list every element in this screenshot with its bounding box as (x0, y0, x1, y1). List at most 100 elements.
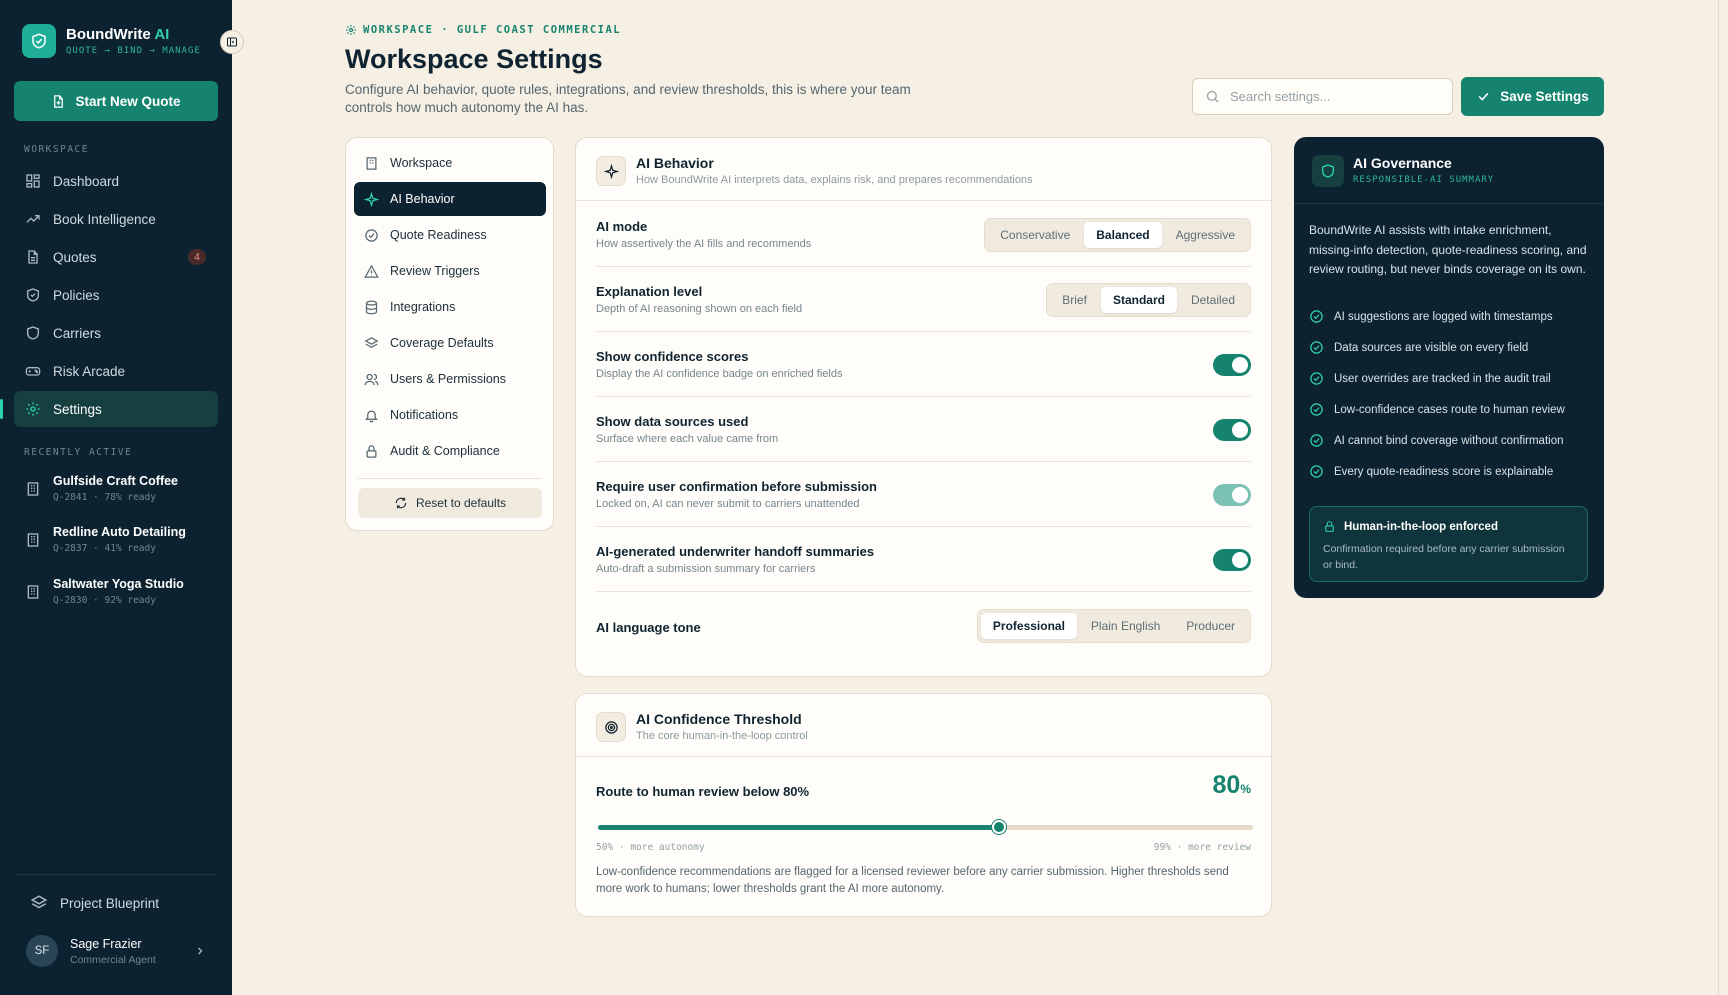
save-settings-button[interactable]: Save Settings (1461, 77, 1604, 116)
confidence-scores-toggle[interactable] (1213, 354, 1251, 376)
explanation-option[interactable]: Standard (1100, 287, 1177, 313)
tone-option[interactable]: Professional (980, 613, 1077, 639)
shield-logo-icon (22, 24, 56, 58)
trend-icon (26, 215, 40, 223)
bell-icon (364, 410, 379, 422)
range-min-label: 50% · more autonomy (596, 842, 705, 853)
card-subtitle: How BoundWrite AI interprets data, expla… (636, 174, 1033, 186)
sidebar-item-book-intelligence[interactable]: Book Intelligence (14, 201, 218, 237)
shield-check-icon (27, 288, 39, 302)
card-title: AI Confidence Threshold (636, 711, 802, 727)
collapse-sidebar-button[interactable] (220, 30, 244, 54)
settings-nav-ai-behavior[interactable]: AI Behavior (354, 182, 546, 216)
search-input[interactable] (1230, 89, 1430, 104)
settings-nav-notifications[interactable]: Notifications (354, 398, 546, 432)
reset-defaults-button[interactable]: Reset to defaults (358, 488, 542, 518)
check-circle-icon (1310, 341, 1323, 354)
card-header: AI Behavior How BoundWrite AI interprets… (576, 138, 1271, 201)
setting-confidence-scores: Show confidence scores Display the AI co… (596, 332, 1251, 397)
project-blueprint-link[interactable]: Project Blueprint (30, 894, 159, 912)
explanation-option[interactable]: Brief (1050, 287, 1099, 313)
start-new-quote-button[interactable]: Start New Quote (14, 81, 218, 121)
ai-mode-option[interactable]: Aggressive (1164, 222, 1247, 248)
sidebar-item-quotes[interactable]: Quotes 4 (14, 239, 218, 275)
ai-mode-option[interactable]: Balanced (1084, 222, 1162, 248)
check-circle-icon (1310, 434, 1323, 447)
breadcrumb: WORKSPACE · GULF COAST COMMERCIAL (345, 24, 621, 36)
user-role: Commercial Agent (70, 953, 156, 966)
brand-tagline: QUOTE → BIND → MANAGE (66, 46, 201, 56)
settings-nav: Workspace AI Behavior Quote Readiness Re… (345, 137, 554, 531)
governance-check-item: User overrides are tracked in the audit … (1309, 371, 1551, 386)
ai-mode-selector: Conservative Balanced Aggressive (984, 218, 1251, 252)
building-icon (366, 156, 377, 170)
sidebar-toggle-icon (227, 37, 237, 47)
recent-item[interactable]: Gulfside Craft Coffee Q-2841 · 78% ready (14, 474, 218, 520)
slider-thumb[interactable] (991, 820, 1006, 834)
recent-item[interactable]: Redline Auto Detailing Q-2837 · 41% read… (14, 525, 218, 571)
sidebar-item-risk-arcade[interactable]: Risk Arcade (14, 353, 218, 389)
setting-ai-mode: AI mode How assertively the AI fills and… (596, 202, 1251, 267)
check-circle-icon (1310, 310, 1323, 323)
threshold-label: Route to human review below 80% (596, 784, 810, 799)
settings-nav-divider (358, 478, 542, 479)
building-icon (27, 585, 39, 599)
sidebar-item-policies[interactable]: Policies (14, 277, 218, 313)
tone-option[interactable]: Plain English (1079, 613, 1172, 639)
recent-item[interactable]: Saltwater Yoga Studio Q-2830 · 92% ready (14, 577, 218, 623)
check-circle-icon (1310, 403, 1323, 416)
sidebar-section-recent: RECENTLY ACTIVE (24, 447, 133, 458)
sidebar-item-carriers[interactable]: Carriers (14, 315, 218, 351)
confidence-threshold-card: AI Confidence Threshold The core human-i… (575, 693, 1272, 917)
threshold-slider[interactable] (598, 820, 1253, 834)
shield-icon (27, 326, 39, 340)
settings-nav-review-triggers[interactable]: Review Triggers (354, 254, 546, 288)
dashboard-icon (26, 174, 40, 188)
brand[interactable]: BoundWrite AI QUOTE → BIND → MANAGE (22, 24, 201, 58)
governance-check-item: AI cannot bind coverage without confirma… (1309, 433, 1564, 448)
user-confirmation-toggle (1213, 484, 1251, 506)
sidebar-item-dashboard[interactable]: Dashboard (14, 163, 218, 199)
settings-nav-coverage-defaults[interactable]: Coverage Defaults (354, 326, 546, 360)
sidebar-item-settings[interactable]: Settings (0, 391, 218, 427)
tone-option[interactable]: Producer (1174, 613, 1247, 639)
page-scrollbar[interactable] (1718, 0, 1728, 995)
card-subtitle: RESPONSIBLE-AI SUMMARY (1353, 175, 1495, 185)
page-title: Workspace Settings (345, 44, 603, 74)
user-name: Sage Frazier (70, 936, 142, 951)
sidebar: BoundWrite AI QUOTE → BIND → MANAGE Star… (0, 0, 232, 995)
explanation-option[interactable]: Detailed (1179, 287, 1247, 313)
card-title: AI Governance (1353, 155, 1452, 171)
gamepad-icon (25, 367, 41, 376)
shield-icon (1312, 155, 1344, 187)
sparkle-icon (596, 156, 626, 186)
page-description: Configure AI behavior, quote rules, inte… (345, 82, 911, 115)
threshold-note: Low-confidence recommendations are flagg… (596, 866, 1229, 895)
gear-icon (26, 402, 40, 416)
settings-nav-integrations[interactable]: Integrations (354, 290, 546, 324)
target-icon (596, 712, 626, 742)
sidebar-divider (14, 874, 218, 875)
card-subtitle: The core human-in-the-loop control (636, 730, 808, 742)
settings-nav-quote-readiness[interactable]: Quote Readiness (354, 218, 546, 252)
settings-nav-workspace[interactable]: Workspace (354, 146, 546, 180)
card-title: AI Behavior (636, 155, 714, 171)
settings-nav-audit-compliance[interactable]: Audit & Compliance (354, 434, 546, 468)
data-sources-toggle[interactable] (1213, 419, 1251, 441)
human-in-the-loop-callout: Human-in-the-loop enforced Confirmation … (1309, 506, 1588, 582)
governance-check-item: AI suggestions are logged with timestamp… (1309, 309, 1553, 324)
setting-handoff-summaries: AI-generated underwriter handoff summari… (596, 527, 1251, 592)
lock-icon (1325, 521, 1334, 532)
language-tone-selector: Professional Plain English Producer (976, 609, 1251, 643)
ai-mode-option[interactable]: Conservative (988, 222, 1082, 248)
settings-nav-users-permissions[interactable]: Users & Permissions (354, 362, 546, 396)
warning-icon (364, 264, 379, 278)
user-menu[interactable]: SF Sage Frazier Commercial Agent (26, 935, 206, 967)
chevron-right-icon (198, 947, 203, 955)
document-icon (28, 250, 38, 264)
handoff-summaries-toggle[interactable] (1213, 549, 1251, 571)
layers-icon (364, 336, 379, 348)
quotes-count-badge: 4 (188, 249, 206, 265)
explanation-level-selector: Brief Standard Detailed (1046, 283, 1251, 317)
search-field[interactable] (1192, 78, 1453, 115)
